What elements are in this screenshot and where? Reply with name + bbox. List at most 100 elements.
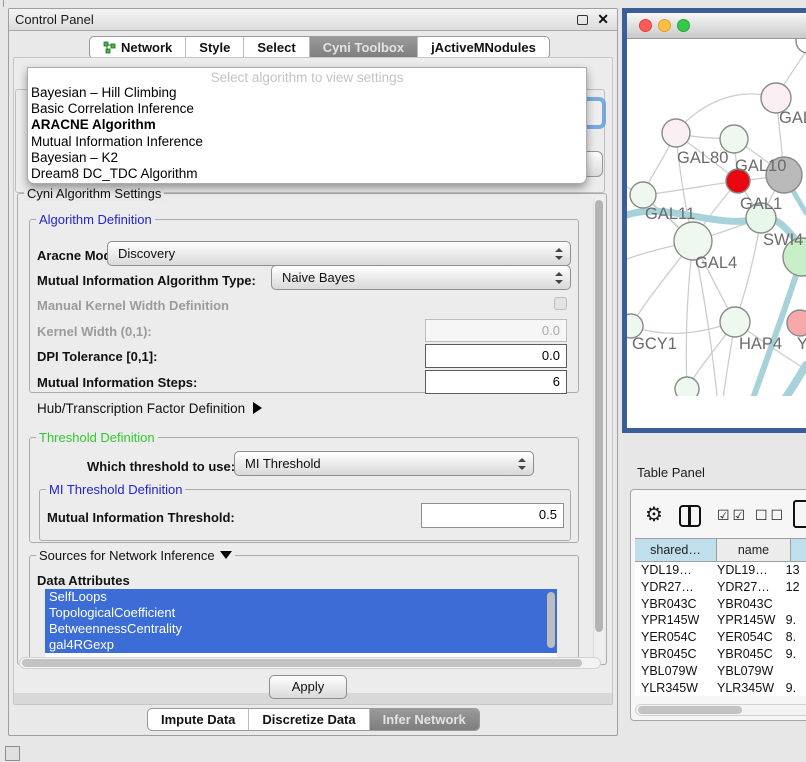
tab-cyni-toolbox[interactable]: Cyni Toolbox	[309, 37, 417, 58]
select-all-checkboxes-icon[interactable]: ☑☑	[717, 507, 748, 524]
algorithm-option[interactable]: Mutual Information Inference	[28, 134, 586, 150]
hub-definition-toggle[interactable]: Hub/Transcription Factor Definition	[37, 401, 262, 416]
collapse-down-icon	[220, 551, 232, 559]
table-cell: YBR045C	[711, 646, 780, 663]
tab-jactivemnodules[interactable]: jActiveMNodules	[417, 37, 549, 58]
kernel-width-field[interactable]: 0.0	[425, 319, 567, 342]
tab-impute-data[interactable]: Impute Data	[148, 709, 248, 730]
table-row[interactable]: YBR045CYBR045C9.	[635, 646, 806, 663]
scrollbar-thumb[interactable]	[638, 706, 742, 714]
network-edge	[735, 218, 761, 322]
node-label: GAL11	[645, 205, 695, 223]
network-window-titlebar[interactable]	[627, 13, 806, 39]
table-cell: YPR145W	[711, 612, 780, 629]
node-label: GCY1	[632, 335, 677, 353]
tab-network[interactable]: Network	[90, 37, 185, 58]
attribute-item[interactable]: TopologicalCoefficient	[45, 605, 557, 621]
table-cell: 9.	[780, 612, 806, 629]
control-panel-titlebar: Control Panel ✕	[9, 9, 617, 31]
network-view-window: GALGAL80GAL10GAL1GAL11SWI4GAL4GCY1HAP4YH…	[622, 8, 806, 433]
algorithm-dropdown-placeholder: Select algorithm to view settings	[28, 68, 586, 85]
attribute-item[interactable]: gal4RGexp	[45, 637, 557, 653]
network-canvas[interactable]: GALGAL80GAL10GAL1GAL11SWI4GAL4GCY1HAP4YH…	[627, 39, 806, 396]
table-row[interactable]: YPR145WYPR145W9.	[635, 612, 806, 629]
table-body[interactable]: YDL19…YDL19…13YDR27…YDR27…12YBR043CYBR04…	[635, 562, 806, 696]
table-row[interactable]: YLR345WYLR345W9.	[635, 680, 806, 696]
mi-type-label: Mutual Information Algorithm Type:	[37, 273, 256, 288]
table-cell: YBL079W	[711, 663, 780, 680]
scrollbar-thumb[interactable]	[595, 200, 603, 632]
mi-threshold-label: Mutual Information Threshold:	[47, 510, 235, 525]
which-threshold-combo[interactable]: MI Threshold	[234, 451, 534, 476]
algorithm-option[interactable]: Dream8 DC_TDC Algorithm	[28, 166, 586, 182]
node-label: GAL	[779, 109, 806, 127]
panel-dock-icon[interactable]	[5, 746, 20, 761]
tab-discretize-data[interactable]: Discretize Data	[248, 709, 368, 730]
column-header[interactable]: A	[791, 539, 806, 562]
algorithm-option[interactable]: Bayesian – Hill Climbing	[28, 85, 586, 101]
mi-threshold-field[interactable]: 0.5	[421, 503, 564, 528]
table-row[interactable]: YDL19…YDL19…13	[635, 562, 806, 579]
attribute-item[interactable]: BetweennessCentrality	[45, 621, 557, 637]
table-row[interactable]: YBL079WYBL079W	[635, 663, 806, 680]
settings-horizontal-scrollbar[interactable]	[19, 657, 601, 669]
table-horizontal-scrollbar[interactable]	[635, 704, 806, 716]
table-cell: YBR045C	[635, 646, 711, 663]
table-row[interactable]: YER054CYER054C8.	[635, 629, 806, 646]
mi-steps-field[interactable]: 6	[425, 370, 567, 394]
network-graph: GALGAL80GAL10GAL1GAL11SWI4GAL4GCY1HAP4YH…	[627, 39, 806, 396]
table-row[interactable]: YDR27…YDR27…12	[635, 579, 806, 596]
table-cell	[780, 663, 806, 680]
node-label: HAP4	[739, 335, 782, 353]
spinner-arrows-icon	[517, 458, 525, 470]
document-icon[interactable]	[793, 500, 806, 528]
network-node[interactable]	[662, 119, 690, 147]
control-panel: Control Panel ✕ Network Style Select Cyn…	[8, 8, 618, 736]
network-edge	[686, 241, 693, 389]
close-traffic-icon[interactable]	[639, 19, 652, 32]
zoom-traffic-icon[interactable]	[677, 19, 690, 32]
float-window-icon[interactable]	[577, 15, 588, 25]
column-view-icon[interactable]	[679, 505, 701, 527]
network-node[interactable]	[787, 310, 806, 336]
table-row[interactable]: YBR043CYBR043C	[635, 596, 806, 613]
column-header[interactable]: shared…	[635, 539, 717, 562]
algorithm-option[interactable]: Basic Correlation Inference	[28, 101, 586, 117]
manual-kernel-checkbox[interactable]	[554, 297, 567, 310]
node-label: Y	[797, 335, 806, 353]
tab-infer-network[interactable]: Infer Network	[369, 709, 479, 730]
table-cell: YBL079W	[635, 663, 711, 680]
table-cell	[780, 596, 806, 613]
settings-vertical-scrollbar[interactable]	[593, 196, 604, 662]
settings-group-title: Cyni Algorithm Settings	[24, 186, 164, 201]
aracne-mode-combo[interactable]: Discovery	[107, 241, 571, 266]
close-icon[interactable]: ✕	[597, 11, 609, 28]
algorithm-option[interactable]: Bayesian – K2	[28, 150, 586, 166]
table-cell: YDL19…	[635, 562, 711, 579]
list-scrollbar-thumb[interactable]	[547, 592, 555, 648]
control-panel-title: Control Panel	[15, 12, 94, 27]
network-node[interactable]	[720, 307, 750, 337]
network-edge-highlighted	[763, 365, 806, 396]
tab-style[interactable]: Style	[185, 37, 243, 58]
attribute-item[interactable]: SelfLoops	[45, 589, 557, 605]
network-node[interactable]	[796, 39, 806, 53]
scrollbar-thumb[interactable]	[22, 659, 582, 667]
apply-button[interactable]: Apply	[269, 675, 347, 699]
screen: Control Panel ✕ Network Style Select Cyn…	[0, 0, 806, 762]
algorithm-option[interactable]: ARACNE Algorithm	[28, 117, 586, 133]
gear-icon[interactable]: ⚙	[645, 502, 663, 527]
tab-network-label: Network	[121, 37, 172, 58]
dpi-tolerance-field[interactable]: 0.0	[425, 344, 567, 368]
minimize-traffic-icon[interactable]	[658, 19, 671, 32]
data-attributes-list[interactable]: SelfLoopsTopologicalCoefficientBetweenne…	[45, 589, 557, 665]
mi-type-combo[interactable]: Naive Bayes	[271, 265, 571, 290]
column-header[interactable]: name	[717, 539, 791, 562]
table-panel-title: Table Panel	[637, 465, 705, 480]
which-threshold-label: Which threshold to use:	[87, 459, 235, 474]
sources-group-title[interactable]: Sources for Network Inference	[36, 548, 235, 563]
table-cell: YER054C	[711, 629, 780, 646]
network-node[interactable]	[675, 377, 699, 396]
tab-select[interactable]: Select	[243, 37, 308, 58]
deselect-checkboxes-icon[interactable]: ☐☐	[755, 507, 786, 524]
